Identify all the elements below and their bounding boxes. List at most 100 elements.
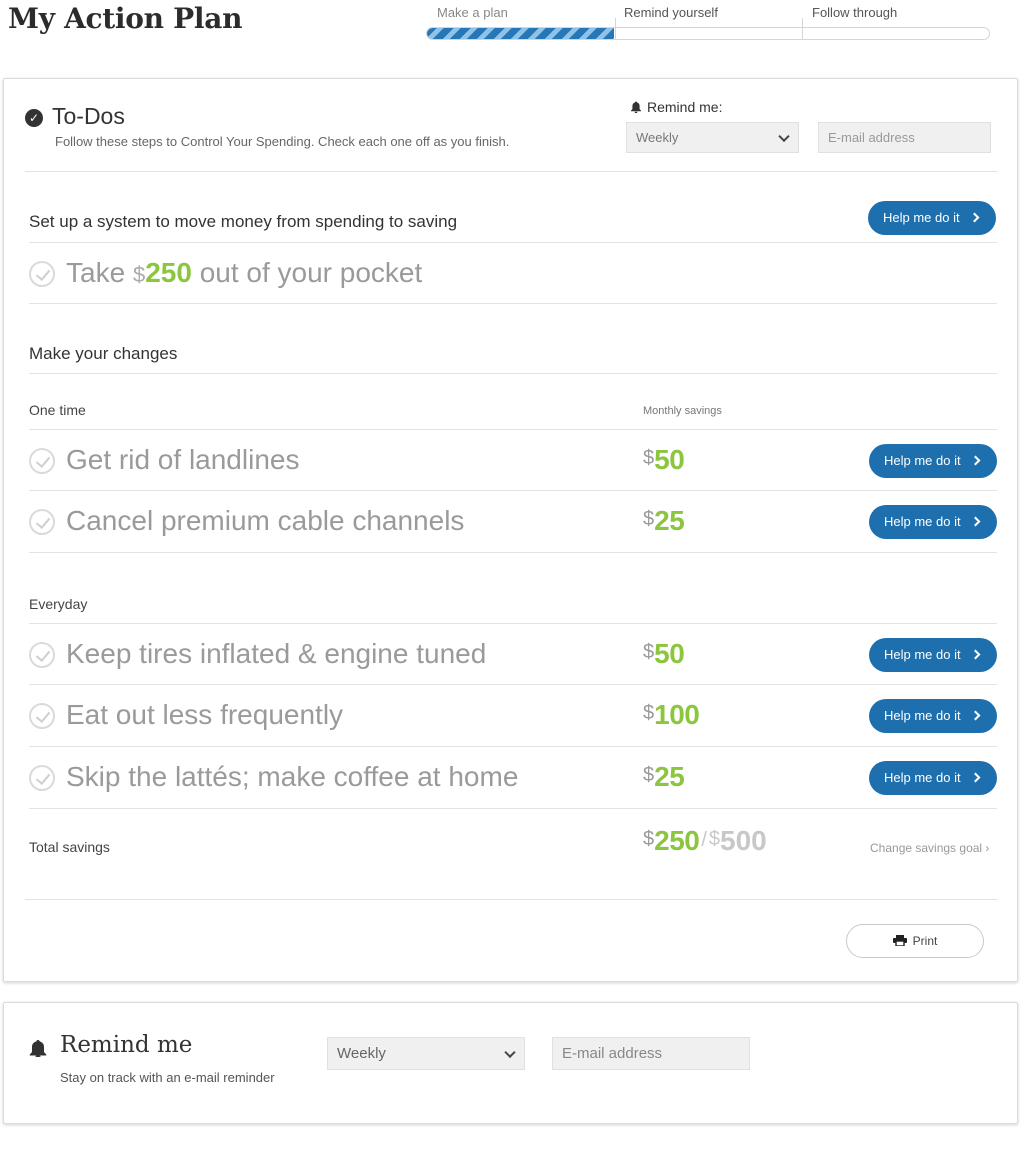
- frequency-select[interactable]: Weekly: [626, 122, 799, 153]
- list-item: Cancel premium cable channels $25 Help m…: [29, 491, 997, 553]
- everyday-heading: Everyday: [29, 596, 88, 612]
- list-item: Eat out less frequently $100 Help me do …: [29, 685, 997, 747]
- help-me-do-it-button[interactable]: Help me do it: [869, 761, 997, 795]
- currency-symbol: $: [708, 828, 721, 850]
- reminder-frequency-select[interactable]: Weekly: [327, 1037, 525, 1070]
- total-savings-label: Total savings: [29, 839, 110, 855]
- remind-me-text: Remind me:: [647, 99, 723, 115]
- list-item: Skip the lattés; make coffee at home $25…: [29, 747, 997, 809]
- printer-icon: [892, 935, 907, 946]
- remind-me-label: Remind me:: [630, 99, 722, 115]
- divider: [25, 899, 998, 900]
- checkbox[interactable]: [29, 261, 55, 287]
- remind-title: Remind me: [60, 1032, 193, 1058]
- amount-value: 50: [654, 444, 685, 475]
- remind-card: Remind me Stay on track with an e-mail r…: [3, 1002, 1018, 1124]
- savings-amount: $100: [643, 699, 700, 731]
- amount-value: 50: [654, 638, 685, 669]
- step-follow-through[interactable]: Follow through: [812, 5, 897, 20]
- task-amount: 250: [145, 257, 192, 288]
- progress-steps: Make a plan Remind yourself Follow throu…: [426, 0, 990, 44]
- task-label: Get rid of landlines: [66, 444, 300, 475]
- task-suffix: out of your pocket: [199, 257, 423, 288]
- checkbox[interactable]: [29, 509, 55, 535]
- print-label: Print: [912, 934, 938, 948]
- currency-symbol: $: [643, 641, 655, 663]
- progress-divider: [615, 18, 616, 40]
- help-me-do-it-button[interactable]: Help me do it: [869, 699, 997, 733]
- progress-divider: [802, 18, 803, 40]
- chevron-down-icon: [778, 130, 790, 142]
- chevron-right-icon: [970, 710, 981, 721]
- task-label: Keep tires inflated & engine tuned: [66, 638, 487, 669]
- print-button[interactable]: Print: [846, 924, 984, 958]
- help-me-do-it-button[interactable]: Help me do it: [869, 505, 997, 539]
- divider: [25, 171, 998, 172]
- help-button-label: Help me do it: [884, 647, 961, 662]
- savings-amount: $50: [643, 638, 685, 670]
- chevron-right-icon: [970, 516, 981, 527]
- task-label: Skip the lattés; make coffee at home: [66, 761, 519, 792]
- frequency-value: Weekly: [636, 130, 679, 145]
- checkbox[interactable]: [29, 448, 55, 474]
- checkbox[interactable]: [29, 642, 55, 668]
- savings-goal: 500: [720, 825, 767, 856]
- amount-value: 25: [654, 505, 685, 536]
- total-amount: 250: [654, 825, 700, 856]
- todo-card: ✓ To-Dos Follow these steps to Control Y…: [3, 78, 1018, 982]
- savings-amount: $25: [643, 761, 685, 793]
- chevron-right-icon: [970, 455, 981, 466]
- todo-subtitle: Follow these steps to Control Your Spend…: [55, 134, 510, 149]
- task-label: Take $250 out of your pocket: [66, 257, 422, 289]
- check-circle-icon: ✓: [25, 109, 43, 127]
- system-heading: Set up a system to move money from spend…: [29, 212, 458, 231]
- chevron-right-icon: [970, 772, 981, 783]
- help-button-label: Help me do it: [884, 708, 961, 723]
- divider: [29, 373, 997, 374]
- chevron-down-icon: [504, 1046, 516, 1058]
- email-field[interactable]: E-mail address: [818, 122, 991, 153]
- checkbox[interactable]: [29, 703, 55, 729]
- step-make-a-plan[interactable]: Make a plan: [437, 5, 508, 20]
- one-time-heading: One time: [29, 402, 86, 418]
- list-item: Get rid of landlines $50 Help me do it: [29, 429, 997, 491]
- help-button-label: Help me do it: [884, 770, 961, 785]
- task-label: Eat out less frequently: [66, 699, 344, 730]
- change-savings-goal-link[interactable]: Change savings goal ›: [870, 841, 989, 855]
- bell-icon: [29, 1040, 47, 1057]
- bell-icon: [631, 101, 641, 113]
- help-me-do-it-button[interactable]: Help me do it: [869, 638, 997, 672]
- amount-value: 100: [654, 699, 700, 730]
- reminder-email-field[interactable]: E-mail address: [552, 1037, 750, 1070]
- step-remind-yourself[interactable]: Remind yourself: [624, 5, 718, 20]
- currency-symbol: $: [643, 702, 655, 724]
- savings-amount: $25: [643, 505, 685, 537]
- help-button-label: Help me do it: [883, 210, 960, 225]
- task-prefix: Take: [66, 257, 126, 288]
- frequency-value: Weekly: [337, 1045, 386, 1062]
- remind-subtitle: Stay on track with an e-mail reminder: [60, 1070, 275, 1085]
- help-me-do-it-button[interactable]: Help me do it: [869, 444, 997, 478]
- chevron-right-icon: [970, 649, 981, 660]
- currency-symbol: $: [643, 828, 655, 850]
- help-button-label: Help me do it: [884, 453, 961, 468]
- savings-amount: $50: [643, 444, 685, 476]
- total-savings-amount: $250/$500: [643, 825, 767, 857]
- currency-symbol: $: [643, 508, 655, 530]
- checkbox[interactable]: [29, 765, 55, 791]
- progress-bar: [426, 27, 990, 40]
- amount-value: 25: [654, 761, 685, 792]
- todo-title: To-Dos: [52, 103, 125, 129]
- monthly-savings-header: Monthly savings: [643, 405, 722, 417]
- progress-fill: [427, 28, 615, 39]
- page-title: My Action Plan: [8, 2, 243, 35]
- separator: /: [701, 829, 707, 851]
- list-item: Keep tires inflated & engine tuned $50 H…: [29, 623, 997, 685]
- task-label: Cancel premium cable channels: [66, 505, 465, 536]
- chevron-right-icon: [969, 212, 980, 223]
- help-me-do-it-button[interactable]: Help me do it: [868, 201, 996, 235]
- list-item: Take $250 out of your pocket: [29, 242, 997, 304]
- currency-symbol: $: [643, 764, 655, 786]
- help-button-label: Help me do it: [884, 514, 961, 529]
- currency-symbol: $: [132, 262, 146, 287]
